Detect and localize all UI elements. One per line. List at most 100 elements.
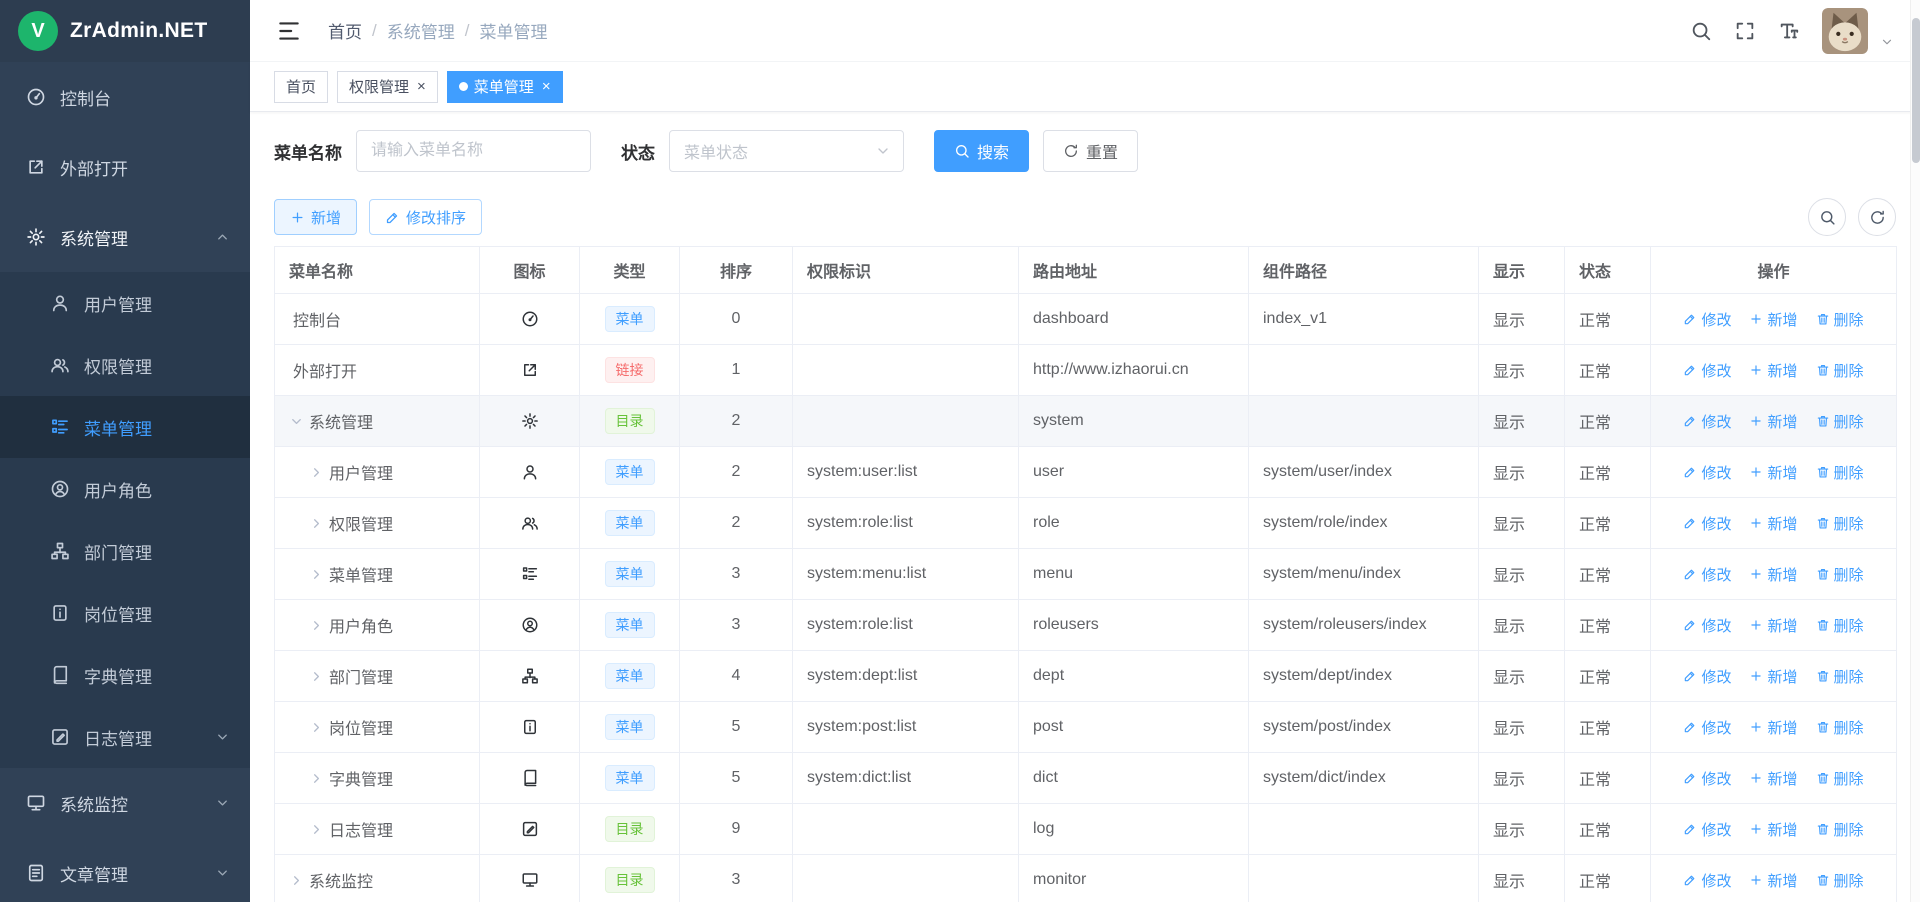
sidebar-item-post[interactable]: 岗位管理 (0, 582, 250, 644)
row-expand-right-icon[interactable] (309, 669, 329, 684)
row-edit-link[interactable]: 修改 (1683, 819, 1731, 840)
tab-home[interactable]: 首页 (274, 71, 328, 103)
column-header-9[interactable]: 操作 (1651, 247, 1897, 294)
breadcrumb-item-menu[interactable]: 菜单管理 (479, 18, 547, 43)
breadcrumb-item-home[interactable]: 首页 (328, 18, 362, 43)
row-edit-link[interactable]: 修改 (1683, 717, 1731, 738)
table-row[interactable]: 系统管理目录2system显示正常修改新增删除 (275, 396, 1897, 447)
row-edit-link[interactable]: 修改 (1683, 564, 1731, 585)
sidebar-item-dict[interactable]: 字典管理 (0, 644, 250, 706)
row-expand-right-icon[interactable] (289, 873, 309, 888)
row-edit-link[interactable]: 修改 (1683, 615, 1731, 636)
table-row[interactable]: 岗位管理菜单5system:post:listpostsystem/post/i… (275, 702, 1897, 753)
row-add-link[interactable]: 新增 (1749, 564, 1797, 585)
tab-role[interactable]: 权限管理× (337, 71, 438, 103)
sidebar-item-role[interactable]: 权限管理 (0, 334, 250, 396)
row-expand-right-icon[interactable] (309, 567, 329, 582)
table-row[interactable]: 用户角色菜单3system:role:listroleuserssystem/r… (275, 600, 1897, 651)
status-select[interactable]: 菜单状态 (669, 130, 904, 172)
sidebar-item-log[interactable]: 日志管理 (0, 706, 250, 768)
close-icon[interactable]: × (417, 79, 426, 94)
row-add-link[interactable]: 新增 (1749, 309, 1797, 330)
page-scrollbar[interactable] (1910, 0, 1920, 902)
search-button[interactable]: 搜索 (934, 130, 1029, 172)
row-edit-link[interactable]: 修改 (1683, 411, 1731, 432)
row-edit-link[interactable]: 修改 (1683, 309, 1731, 330)
table-row[interactable]: 部门管理菜单4system:dept:listdeptsystem/dept/i… (275, 651, 1897, 702)
row-add-link[interactable]: 新增 (1749, 462, 1797, 483)
avatar[interactable] (1822, 8, 1868, 54)
row-expand-right-icon[interactable] (309, 618, 329, 633)
row-edit-link[interactable]: 修改 (1683, 462, 1731, 483)
column-header-5[interactable]: 路由地址 (1019, 247, 1249, 294)
table-row[interactable]: 外部打开链接1http://www.izhaorui.cn显示正常修改新增删除 (275, 345, 1897, 396)
sort-button[interactable]: 修改排序 (369, 199, 482, 235)
search-icon[interactable] (1690, 20, 1712, 42)
row-expand-right-icon[interactable] (309, 771, 329, 786)
refresh-table-button[interactable] (1858, 198, 1896, 236)
row-add-link[interactable]: 新增 (1749, 411, 1797, 432)
row-delete-link[interactable]: 删除 (1816, 360, 1864, 381)
column-header-6[interactable]: 组件路径 (1249, 247, 1479, 294)
row-delete-link[interactable]: 删除 (1816, 717, 1864, 738)
table-row[interactable]: 权限管理菜单2system:role:listrolesystem/role/i… (275, 498, 1897, 549)
row-edit-link[interactable]: 修改 (1683, 768, 1731, 789)
sidebar-item-user[interactable]: 用户管理 (0, 272, 250, 334)
sidebar-item-dept[interactable]: 部门管理 (0, 520, 250, 582)
row-delete-link[interactable]: 删除 (1816, 819, 1864, 840)
chevron-down-icon[interactable] (1880, 35, 1894, 49)
row-add-link[interactable]: 新增 (1749, 768, 1797, 789)
sidebar-item-article[interactable]: 文章管理 (0, 838, 250, 902)
row-edit-link[interactable]: 修改 (1683, 666, 1731, 687)
row-delete-link[interactable]: 删除 (1816, 666, 1864, 687)
table-row[interactable]: 系统监控目录3monitor显示正常修改新增删除 (275, 855, 1897, 902)
add-button[interactable]: 新增 (274, 199, 357, 235)
scrollbar-thumb[interactable] (1912, 18, 1920, 163)
tab-menu[interactable]: 菜单管理× (447, 71, 563, 103)
row-edit-link[interactable]: 修改 (1683, 360, 1731, 381)
row-delete-link[interactable]: 删除 (1816, 564, 1864, 585)
row-delete-link[interactable]: 删除 (1816, 462, 1864, 483)
table-row[interactable]: 字典管理菜单5system:dict:listdictsystem/dict/i… (275, 753, 1897, 804)
row-add-link[interactable]: 新增 (1749, 615, 1797, 636)
sidebar-item-system[interactable]: 系统管理 (0, 202, 250, 272)
column-header-7[interactable]: 显示 (1479, 247, 1565, 294)
row-add-link[interactable]: 新增 (1749, 513, 1797, 534)
table-row[interactable]: 菜单管理菜单3system:menu:listmenusystem/menu/i… (275, 549, 1897, 600)
row-expand-right-icon[interactable] (309, 822, 329, 837)
row-delete-link[interactable]: 删除 (1816, 768, 1864, 789)
row-expand-down-icon[interactable] (289, 414, 309, 429)
column-header-2[interactable]: 类型 (580, 247, 680, 294)
row-add-link[interactable]: 新增 (1749, 870, 1797, 891)
row-add-link[interactable]: 新增 (1749, 717, 1797, 738)
table-row[interactable]: 日志管理目录9log显示正常修改新增删除 (275, 804, 1897, 855)
row-add-link[interactable]: 新增 (1749, 360, 1797, 381)
row-add-link[interactable]: 新增 (1749, 666, 1797, 687)
row-edit-link[interactable]: 修改 (1683, 513, 1731, 534)
show-search-button[interactable] (1808, 198, 1846, 236)
row-expand-right-icon[interactable] (309, 465, 329, 480)
row-expand-right-icon[interactable] (309, 516, 329, 531)
column-header-0[interactable]: 菜单名称 (275, 247, 480, 294)
column-header-1[interactable]: 图标 (480, 247, 580, 294)
row-delete-link[interactable]: 删除 (1816, 615, 1864, 636)
close-icon[interactable]: × (542, 79, 551, 94)
row-edit-link[interactable]: 修改 (1683, 870, 1731, 891)
row-delete-link[interactable]: 删除 (1816, 513, 1864, 534)
column-header-3[interactable]: 排序 (680, 247, 793, 294)
menu-name-input[interactable] (356, 130, 591, 172)
hamburger-icon[interactable] (276, 18, 302, 44)
row-expand-right-icon[interactable] (309, 720, 329, 735)
sidebar-item-menu[interactable]: 菜单管理 (0, 396, 250, 458)
sidebar-item-monitor[interactable]: 系统监控 (0, 768, 250, 838)
row-delete-link[interactable]: 删除 (1816, 411, 1864, 432)
sidebar-item-dashboard[interactable]: 控制台 (0, 62, 250, 132)
app-logo[interactable]: V ZrAdmin.NET (0, 0, 250, 62)
column-header-4[interactable]: 权限标识 (793, 247, 1019, 294)
font-size-icon[interactable] (1778, 20, 1800, 42)
column-header-8[interactable]: 状态 (1565, 247, 1651, 294)
sidebar-item-external[interactable]: 外部打开 (0, 132, 250, 202)
table-row[interactable]: 用户管理菜单2system:user:listusersystem/user/i… (275, 447, 1897, 498)
table-row[interactable]: 控制台菜单0dashboardindex_v1显示正常修改新增删除 (275, 294, 1897, 345)
row-delete-link[interactable]: 删除 (1816, 870, 1864, 891)
